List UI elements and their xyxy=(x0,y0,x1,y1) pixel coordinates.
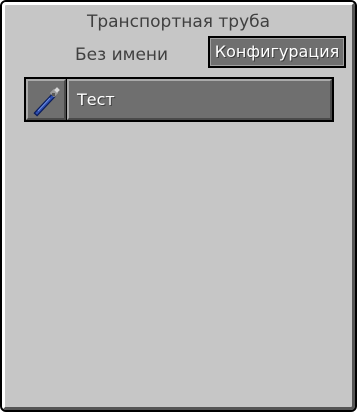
pipe-name-label: Без имени xyxy=(75,45,169,65)
configuration-button[interactable]: Конфигурация xyxy=(208,36,346,68)
transport-pipe-window: Транспортная труба Без имени Конфигураци… xyxy=(0,0,357,412)
list-item[interactable]: Тест xyxy=(24,77,334,122)
list-item-label: Тест xyxy=(67,79,332,120)
wrench-icon-slot[interactable] xyxy=(26,79,66,120)
wrench-icon xyxy=(33,87,60,117)
window-title: Транспортная труба xyxy=(86,12,271,32)
